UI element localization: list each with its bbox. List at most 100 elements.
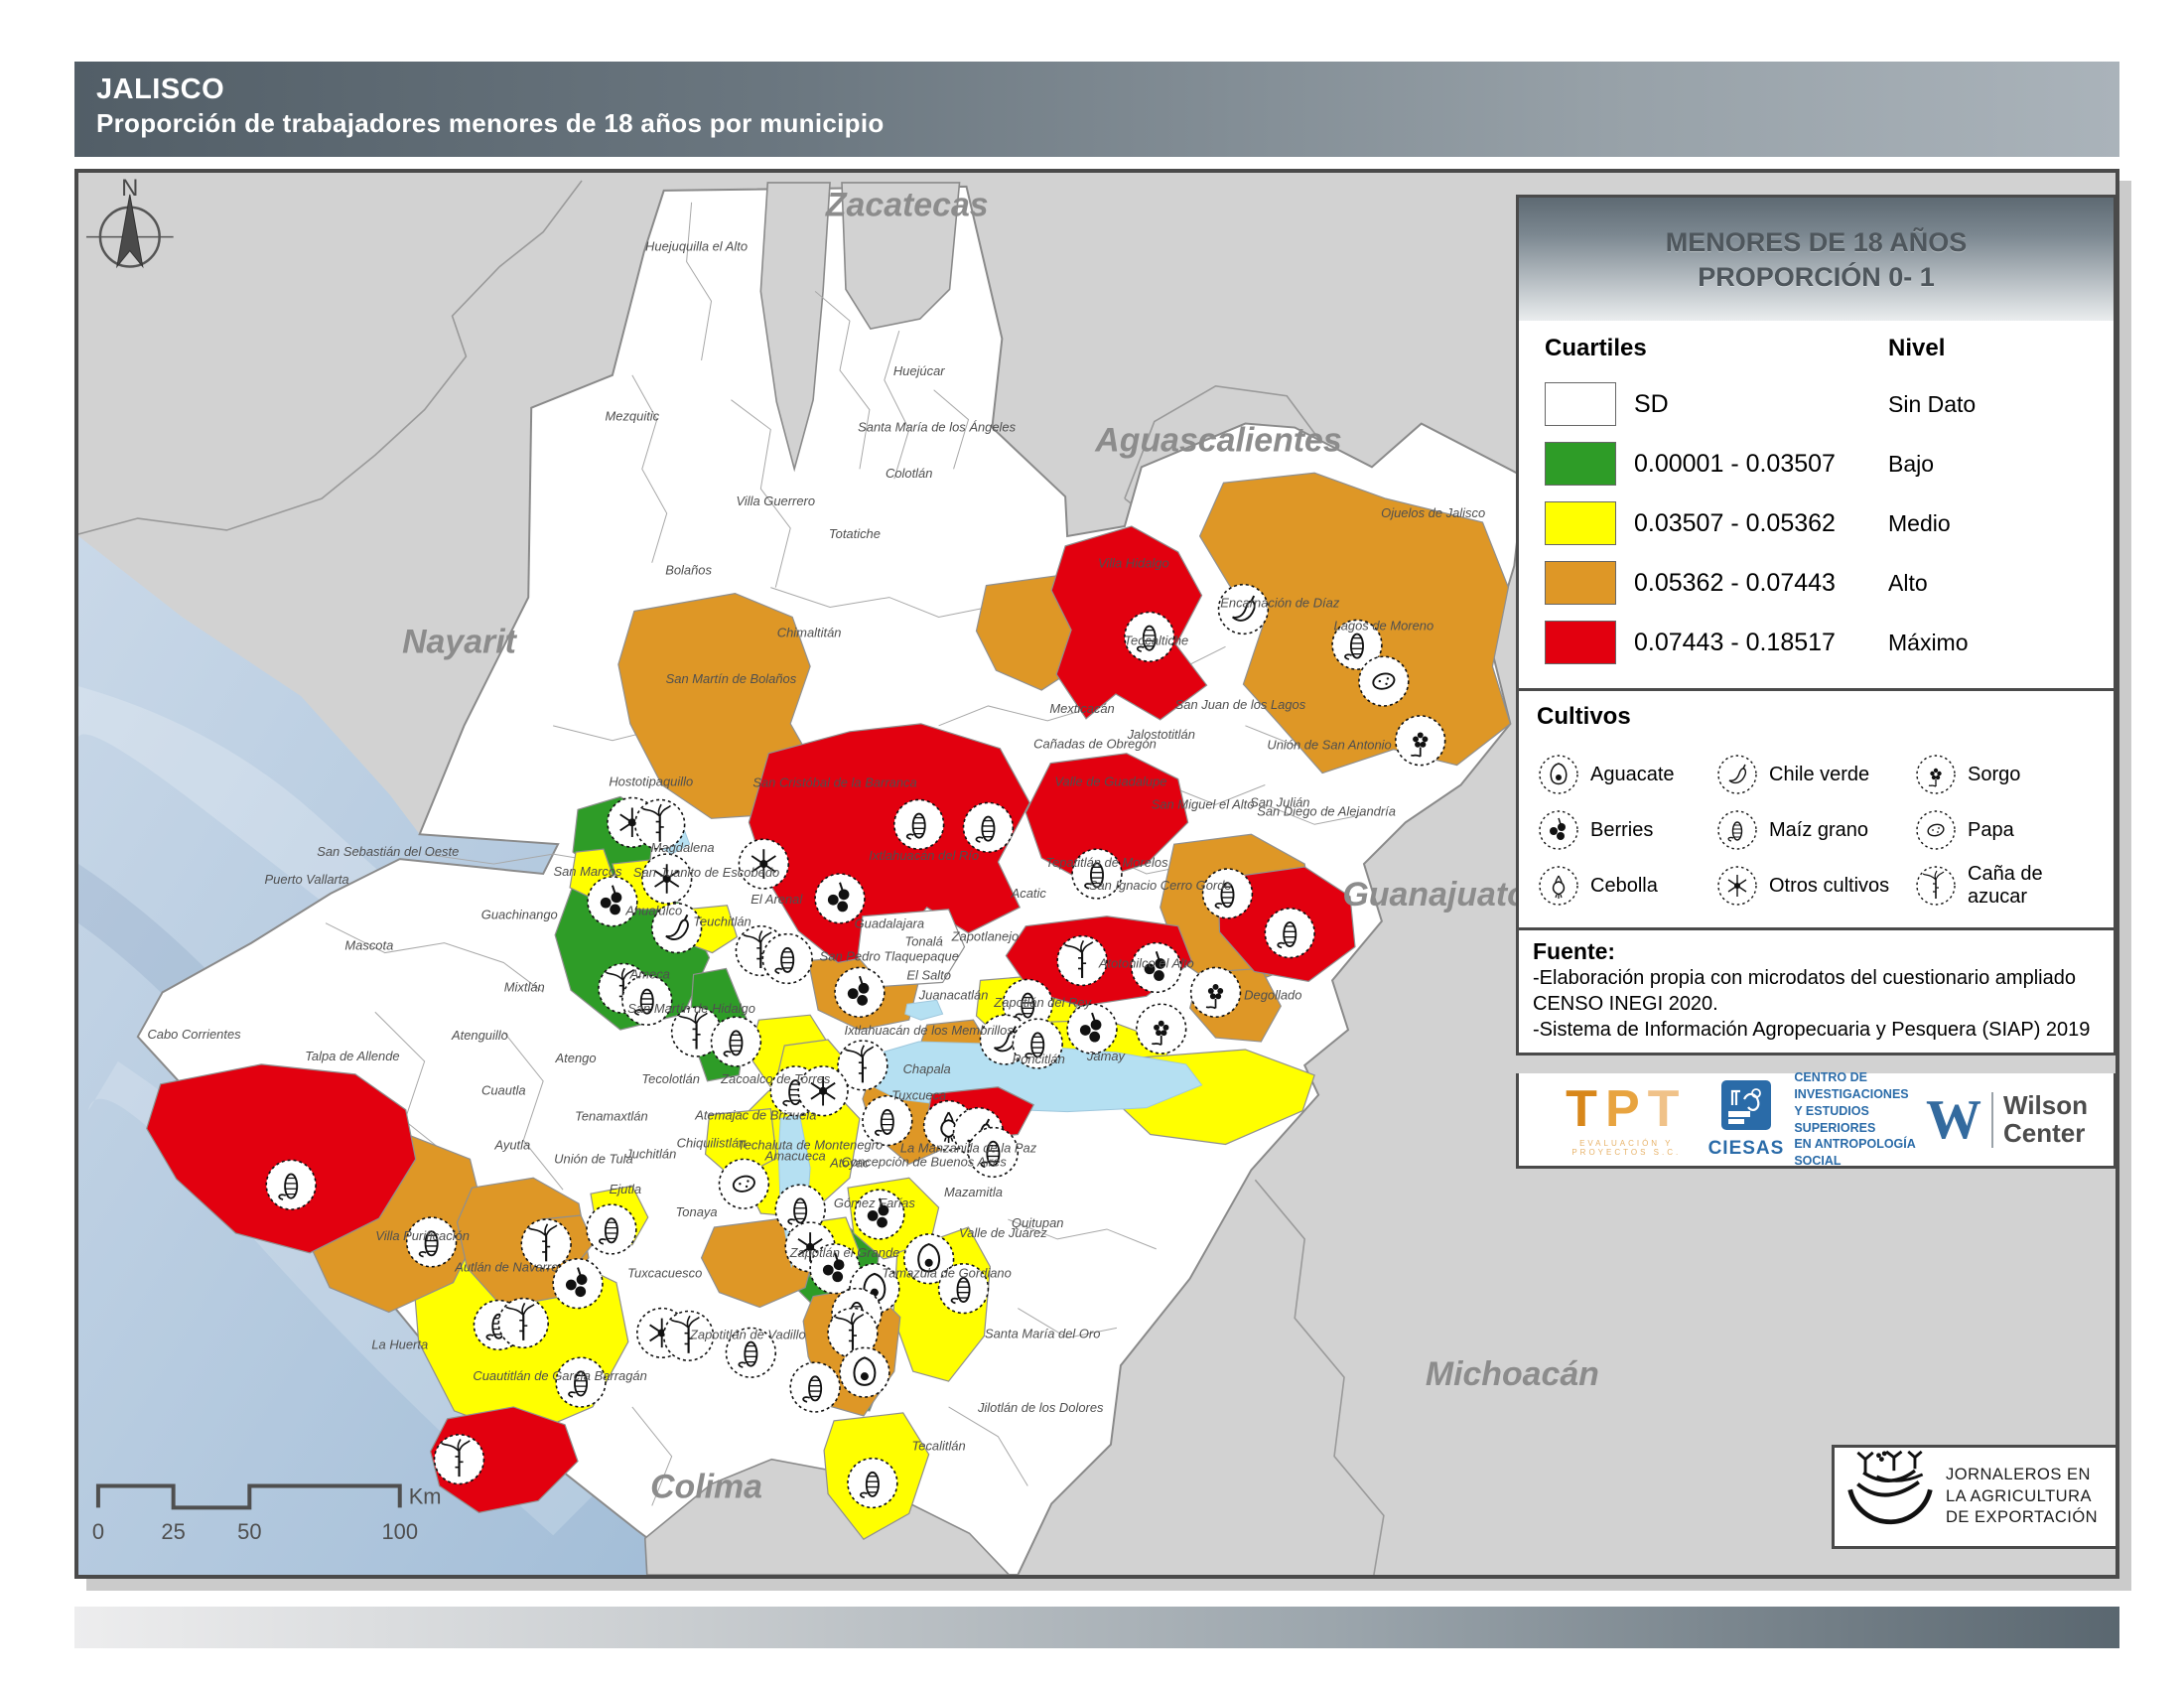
municipality-label: Tecalitlán: [912, 1439, 966, 1454]
aguacate-icon: [1537, 753, 1580, 796]
state-label: Nayarit: [402, 623, 518, 660]
municipality-label: Huejuquilla el Alto: [645, 239, 748, 254]
municipality-label: Cuautitlán de García Barragán: [473, 1368, 646, 1383]
scale-unit-label: Km: [409, 1483, 442, 1508]
tpt-logo: TPT EVALUACIÓN Y PROYECTOS S.C.: [1545, 1083, 1708, 1157]
municipality-label: Tuxcueca: [891, 1088, 946, 1103]
chile-icon: [1715, 753, 1759, 796]
maiz-crop-icon: [266, 1160, 316, 1209]
municipality-label: Atoyac: [829, 1155, 870, 1170]
legend-class-row: 0.03507 - 0.05362 Medio: [1545, 493, 2094, 553]
municipality-label: Santa María de los Ángeles: [858, 420, 1016, 435]
municipality-label: Ixtlahuacán del Río: [869, 848, 979, 863]
legend-level: Sin Dato: [1888, 391, 1976, 418]
papa-icon: [1914, 808, 1958, 852]
legend-title: MENORES DE 18 AÑOS PROPORCIÓN 0- 1: [1519, 198, 2114, 321]
legend-range: 0.05362 - 0.07443: [1634, 569, 1836, 598]
municipality-label: Tecolotlán: [641, 1071, 699, 1086]
legend-level: Medio: [1888, 510, 1951, 537]
municipality-label: Talpa de Allende: [305, 1049, 399, 1063]
papa-crop-icon: [719, 1159, 768, 1208]
municipality-label: Chapala: [903, 1061, 951, 1076]
municipality-label: Ejutla: [610, 1182, 641, 1196]
map-title-bar: JALISCO Proporción de trabajadores menor…: [74, 62, 2119, 157]
municipality-label: El Arenal: [751, 892, 803, 907]
municipality-label: Guadalajara: [855, 916, 924, 931]
municipality-label: La Huerta: [371, 1336, 428, 1351]
municipality-label: Autlán de Navarro: [454, 1260, 558, 1275]
municipality-label: Villa Purificación: [375, 1228, 470, 1243]
municipality-label: Valle de Juárez: [959, 1225, 1047, 1240]
municipality-label: Chimaltitán: [777, 625, 842, 639]
berries-icon: [1537, 808, 1580, 852]
berries-crop-icon: [553, 1259, 603, 1309]
municipality-label: San Sebastián del Oeste: [317, 844, 459, 859]
municipality-label: Atotonilco el Alto: [1098, 955, 1194, 970]
municipality-label: Poncitlán: [1013, 1052, 1065, 1066]
maiz-crop-icon: [964, 802, 1014, 852]
municipality-label: Magdalena: [651, 840, 715, 855]
municipality-label: Valle de Guadalupe: [1054, 774, 1166, 789]
ciesas-logo: CIESAS CENTRO DE INVESTIGACIONESY ESTUDI…: [1708, 1069, 1926, 1170]
municipality-label: Juanacatlán: [918, 987, 989, 1002]
legend-range: 0.07443 - 0.18517: [1634, 629, 1836, 657]
maiz-crop-icon: [712, 1017, 761, 1066]
maiz-crop-icon: [1265, 909, 1314, 958]
municipality-label: Atenguillo: [451, 1028, 508, 1043]
municipality-label: Villa Guerrero: [736, 493, 815, 508]
ciesas-acronym: CIESAS: [1708, 1138, 1785, 1160]
state-label: Guanajuato: [1343, 876, 1528, 914]
municipality-label: Tamazula de Gordiano: [882, 1266, 1011, 1281]
ciesas-text: CENTRO DE INVESTIGACIONESY ESTUDIOS SUPE…: [1794, 1069, 1926, 1170]
maiz-crop-icon: [587, 1204, 636, 1254]
cultivo-item: Sorgo: [1914, 747, 2100, 802]
municipality-label: Techaluta de Montenegro: [738, 1137, 883, 1152]
municipality-label: Degollado: [1244, 987, 1301, 1002]
municipality-label: Tepatitlán de Morelos: [1045, 855, 1168, 870]
municipality-label: Mascota: [344, 938, 393, 953]
municipality-label: Acatic: [1011, 886, 1047, 901]
cultivo-item: Maíz grano: [1715, 802, 1914, 858]
cultivo-item: Papa: [1914, 802, 2100, 858]
municipality-label: Tonaya: [676, 1204, 718, 1219]
maiz-crop-icon: [1203, 869, 1253, 918]
municipality-label: Chiquilistlán: [677, 1135, 747, 1150]
cultivo-item: Chile verde: [1715, 747, 1914, 802]
legend-title-line1: MENORES DE 18 AÑOS: [1519, 225, 2114, 260]
cultivo-label: Berries: [1590, 819, 1653, 842]
cultivo-label: Papa: [1968, 819, 2014, 842]
legend-range: 0.03507 - 0.05362: [1634, 509, 1836, 538]
maiz-crop-icon: [762, 934, 812, 984]
municipality-label: Mexticacán: [1049, 701, 1114, 716]
municipality-label: Gómez Farías: [834, 1196, 915, 1210]
cultivo-label: Chile verde: [1769, 764, 1869, 786]
municipality-label: San Martín de Hidalgo: [627, 1001, 755, 1016]
legend-class-row: 0.05362 - 0.07443Alto: [1545, 553, 2094, 613]
municipality-label: Atemajac de Brizuela: [694, 1108, 816, 1123]
wilson-w-icon: W: [1926, 1092, 1981, 1148]
cultivo-label: Caña de azucar: [1968, 863, 2100, 909]
cultivo-label: Aguacate: [1590, 764, 1675, 786]
municipality-label: Lagos de Moreno: [1334, 618, 1434, 633]
fuente-line: -Elaboración propia con microdatos del c…: [1533, 965, 2100, 991]
municipality-label: Teocaltiche: [1124, 633, 1188, 647]
scale-tick-label: 100: [381, 1519, 418, 1544]
cana-crop-icon: [435, 1435, 484, 1484]
legend-quartiles-box: MENORES DE 18 AÑOS PROPORCIÓN 0- 1 Cuart…: [1516, 195, 2116, 691]
maiz-crop-icon: [848, 1459, 897, 1508]
tpt-letters: TPT: [1545, 1083, 1708, 1135]
municipality-label: Guachinango: [481, 908, 558, 922]
papa-crop-icon: [1359, 656, 1409, 706]
municipality-label: Colotlán: [886, 466, 932, 481]
legend-class-row: 0.00001 - 0.03507Bajo: [1545, 434, 2094, 493]
state-label: Michoacán: [1426, 1355, 1599, 1393]
municipality-label: Ixtlahuacán de los Membrillos: [844, 1023, 1014, 1038]
cultivo-item: Caña de azucar: [1914, 858, 2100, 914]
municipality-label: Juchitlán: [624, 1146, 676, 1161]
municipality-label: Jamay: [1086, 1049, 1127, 1063]
jornaleros-text: JORNALEROS ENLA AGRICULTURADE EXPORTACIÓ…: [1946, 1465, 2098, 1528]
municipality-label: Ameca: [629, 966, 670, 981]
municipality-label: Tonalá: [904, 934, 942, 949]
municipality-label: Encarnación de Díaz: [1220, 596, 1340, 611]
municipality-label: Totatiche: [829, 526, 881, 541]
